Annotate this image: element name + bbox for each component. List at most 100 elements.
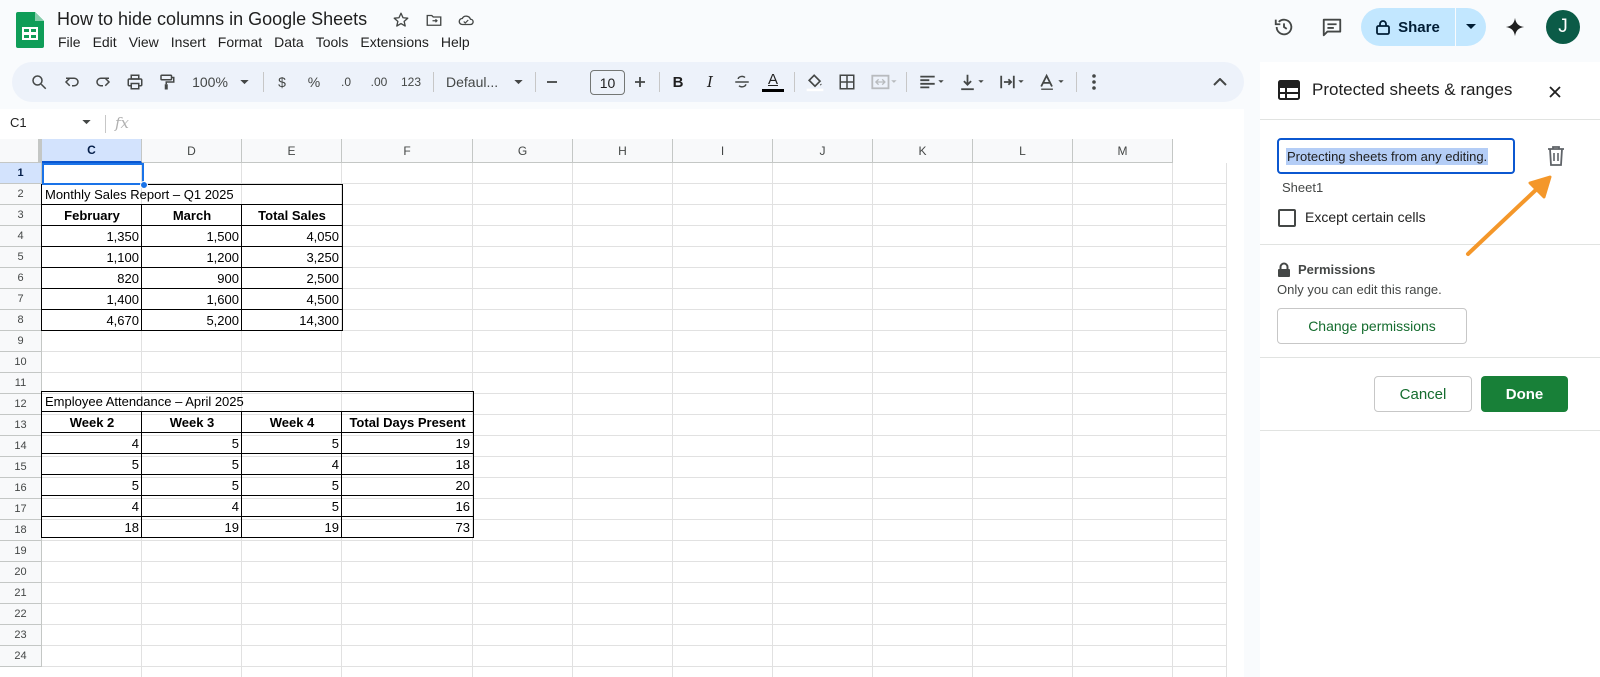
sheets-logo-icon[interactable]: [16, 12, 44, 48]
row-header-9[interactable]: 9: [0, 331, 42, 352]
paint-format-icon[interactable]: [154, 62, 180, 102]
version-history-icon[interactable]: [1266, 12, 1302, 42]
sales-header-cell[interactable]: March: [142, 205, 242, 226]
menu-view[interactable]: View: [129, 34, 166, 50]
attendance-cell[interactable]: 5: [142, 475, 242, 496]
sales-cell[interactable]: 4,670: [42, 310, 142, 331]
attendance-cell[interactable]: 4: [42, 433, 142, 454]
attendance-cell[interactable]: 5: [242, 433, 342, 454]
row-header-20[interactable]: 20: [0, 562, 42, 583]
attendance-cell[interactable]: 5: [242, 496, 342, 517]
change-permissions-button[interactable]: Change permissions: [1277, 308, 1467, 344]
attendance-header-cell[interactable]: Total Days Present: [342, 412, 473, 433]
attendance-cell[interactable]: 4: [142, 496, 242, 517]
move-folder-icon[interactable]: [424, 10, 444, 30]
row-header-3[interactable]: 3: [0, 205, 42, 226]
borders-icon[interactable]: [834, 62, 860, 102]
menu-help[interactable]: Help: [441, 34, 477, 50]
redo-icon[interactable]: [90, 62, 116, 102]
menu-file[interactable]: File: [58, 34, 88, 50]
text-rotation-icon[interactable]: [1034, 62, 1070, 102]
row-header-17[interactable]: 17: [0, 499, 42, 520]
attendance-cell[interactable]: 5: [142, 454, 242, 475]
attendance-cell[interactable]: 19: [242, 517, 342, 538]
menu-extensions[interactable]: Extensions: [360, 34, 435, 50]
row-header-10[interactable]: 10: [0, 352, 42, 373]
cancel-button[interactable]: Cancel: [1374, 376, 1472, 412]
column-header-j[interactable]: J: [773, 139, 873, 163]
row-header-11[interactable]: 11: [0, 373, 42, 394]
attendance-header-cell[interactable]: Week 4: [242, 412, 342, 433]
decrease-font-size-icon[interactable]: [542, 62, 562, 102]
sales-header-cell[interactable]: February: [42, 205, 142, 226]
column-header-m[interactable]: M: [1073, 139, 1173, 163]
menu-data[interactable]: Data: [274, 34, 311, 50]
sales-cell[interactable]: 14,300: [242, 310, 342, 331]
currency-format-button[interactable]: $: [272, 62, 292, 102]
column-header-i[interactable]: I: [673, 139, 773, 163]
sales-table-title[interactable]: Monthly Sales Report – Q1 2025: [42, 184, 342, 205]
merge-cells-icon[interactable]: [866, 62, 902, 102]
sales-cell[interactable]: 2,500: [242, 268, 342, 289]
percent-format-button[interactable]: %: [304, 62, 324, 102]
row-header-7[interactable]: 7: [0, 289, 42, 310]
vertical-align-icon[interactable]: [954, 62, 990, 102]
collapse-menus-icon[interactable]: [1208, 62, 1232, 102]
column-header-l[interactable]: L: [973, 139, 1073, 163]
attendance-cell[interactable]: 20: [342, 475, 473, 496]
row-header-8[interactable]: 8: [0, 310, 42, 331]
except-cells-checkbox[interactable]: [1278, 209, 1296, 227]
range-description-input[interactable]: Protecting sheets from any editing.: [1277, 138, 1515, 174]
row-header-19[interactable]: 19: [0, 541, 42, 562]
attendance-cell[interactable]: 4: [42, 496, 142, 517]
account-avatar[interactable]: J: [1546, 10, 1580, 44]
name-box[interactable]: C1: [10, 115, 27, 130]
column-header-d[interactable]: D: [142, 139, 242, 163]
row-header-21[interactable]: 21: [0, 583, 42, 604]
row-header-14[interactable]: 14: [0, 436, 42, 457]
sales-cell[interactable]: 1,350: [42, 226, 142, 247]
attendance-cell[interactable]: 5: [42, 475, 142, 496]
font-size-input[interactable]: 10: [590, 70, 625, 95]
attendance-cell[interactable]: 4: [242, 454, 342, 475]
horizontal-align-icon[interactable]: [914, 62, 950, 102]
attendance-cell[interactable]: 5: [42, 454, 142, 475]
name-box-caret-icon[interactable]: [82, 120, 91, 125]
done-button[interactable]: Done: [1481, 376, 1568, 412]
attendance-header-cell[interactable]: Week 3: [142, 412, 242, 433]
sales-cell[interactable]: 1,600: [142, 289, 242, 310]
zoom-caret-icon[interactable]: [238, 62, 250, 102]
row-header-23[interactable]: 23: [0, 625, 42, 646]
sales-cell[interactable]: 1,400: [42, 289, 142, 310]
vertical-scrollbar[interactable]: [1226, 163, 1244, 677]
zoom-select[interactable]: 100%: [190, 62, 230, 102]
column-header-f[interactable]: F: [342, 139, 473, 163]
sales-header-cell[interactable]: Total Sales: [242, 205, 342, 226]
select-all-corner[interactable]: [0, 139, 42, 163]
sales-cell[interactable]: 3,250: [242, 247, 342, 268]
spreadsheet-grid[interactable]: CDEFGHIJKLM 1 2 3 4 5 6 7 8 9 10 11 12 13 14 15 16 17 18 1…: [0, 139, 1244, 677]
row-header-12[interactable]: 12: [0, 394, 42, 415]
fill-color-icon[interactable]: [802, 62, 828, 102]
undo-icon[interactable]: [59, 62, 85, 102]
sales-cell[interactable]: 900: [142, 268, 242, 289]
text-wrapping-icon[interactable]: [994, 62, 1030, 102]
row-header-1[interactable]: 1: [0, 163, 42, 184]
sales-cell[interactable]: 5,200: [142, 310, 242, 331]
attendance-cell[interactable]: 19: [142, 517, 242, 538]
row-header-6[interactable]: 6: [0, 268, 42, 289]
font-caret-icon[interactable]: [512, 62, 524, 102]
delete-range-trash-icon[interactable]: [1544, 144, 1568, 168]
decrease-decimal-button[interactable]: .0: [334, 62, 358, 102]
attendance-cell[interactable]: 5: [142, 433, 242, 454]
increase-decimal-button[interactable]: .00: [366, 62, 392, 102]
column-header-e[interactable]: E: [242, 139, 342, 163]
column-header-c[interactable]: C: [42, 139, 142, 163]
strikethrough-icon[interactable]: [730, 62, 754, 102]
text-color-button[interactable]: A: [760, 62, 786, 102]
print-icon[interactable]: [122, 62, 148, 102]
attendance-cell[interactable]: 5: [242, 475, 342, 496]
sales-cell[interactable]: 4,050: [242, 226, 342, 247]
row-header-16[interactable]: 16: [0, 478, 42, 499]
menu-tools[interactable]: Tools: [316, 34, 356, 50]
